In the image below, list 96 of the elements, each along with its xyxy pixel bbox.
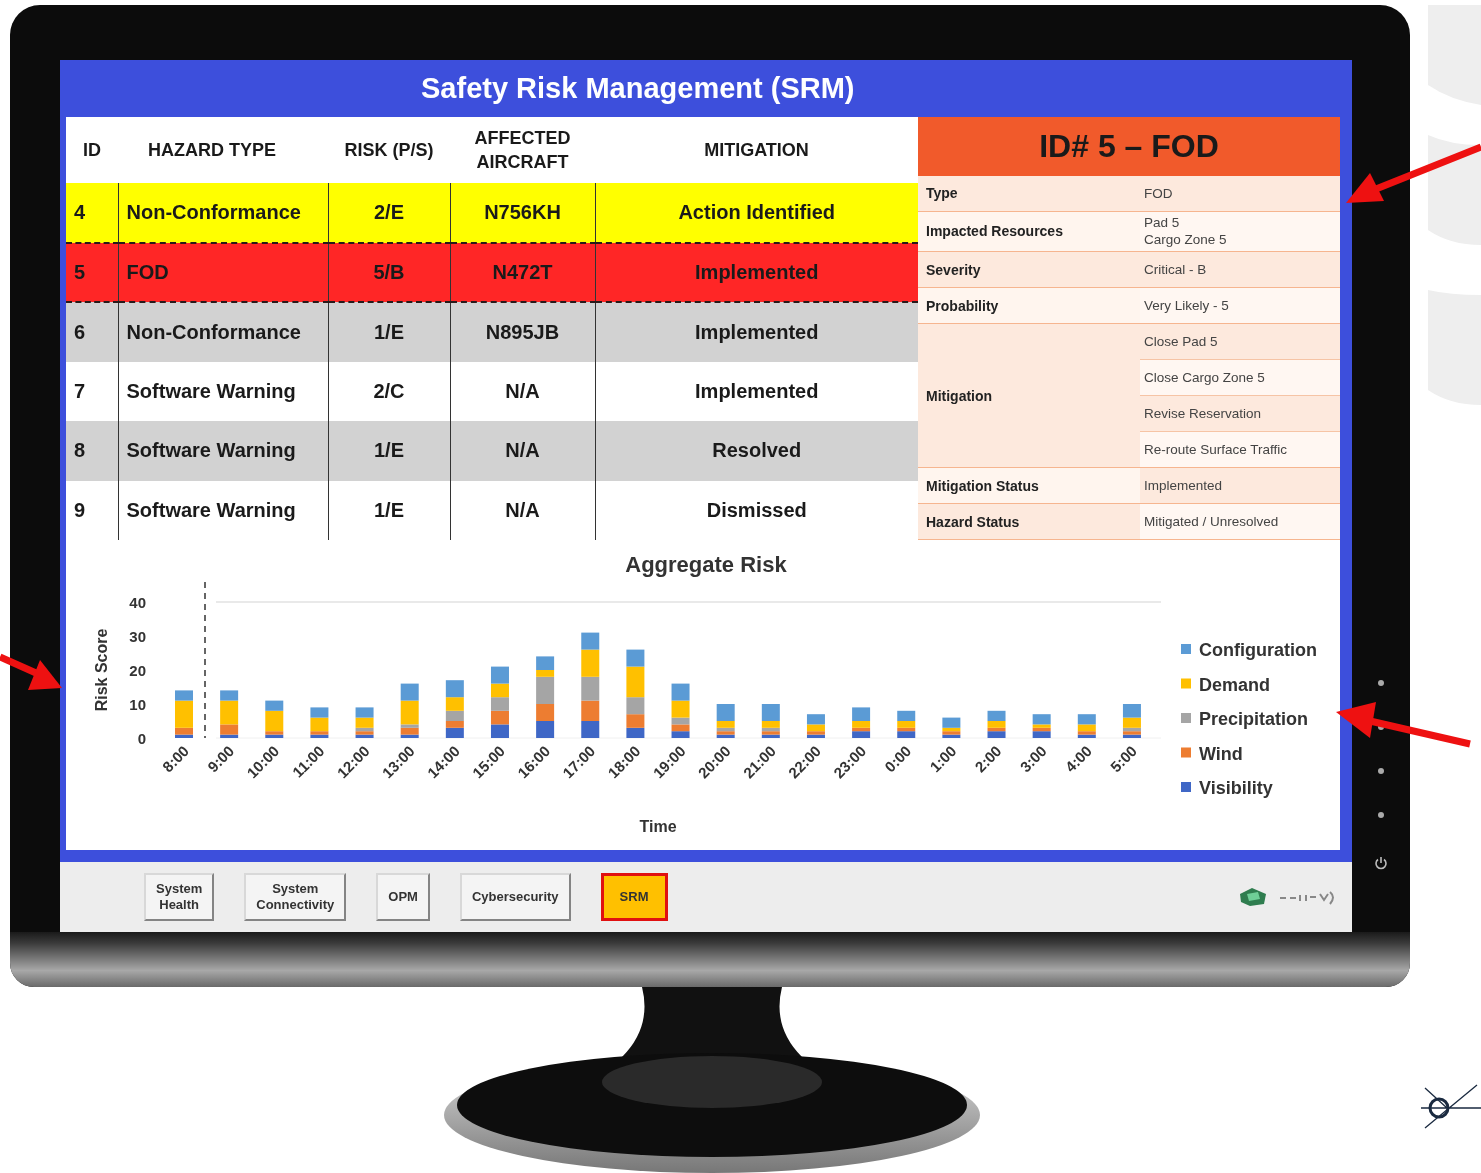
table-cell: Dismissed	[595, 480, 918, 540]
table-cell: 5	[66, 242, 118, 302]
table-cell: Software Warning	[118, 421, 328, 481]
field-label: Severity	[918, 252, 1140, 287]
bar-segment	[491, 697, 509, 711]
bar-segment	[491, 666, 509, 684]
bar-segment	[581, 721, 600, 738]
table-cell: 8	[66, 421, 118, 481]
table-cell: Non-Conformance	[118, 183, 328, 243]
field-value: Very Likely - 5	[1140, 288, 1340, 323]
table-row[interactable]: 9 Software Warning 1/E N/A Dismissed	[66, 480, 918, 540]
field-label: Hazard Status	[918, 504, 1140, 539]
table-cell: Action Identified	[595, 183, 918, 243]
bar-segment	[626, 714, 645, 728]
x-axis-title: Time	[639, 818, 677, 835]
table-cell: N472T	[450, 242, 595, 302]
field-label: Mitigation	[918, 324, 1140, 467]
bar-segment	[445, 697, 464, 711]
field-label: Mitigation Status	[918, 468, 1140, 503]
control-dot-icon[interactable]	[1378, 680, 1384, 686]
table-cell: N/A	[450, 480, 595, 540]
bar-segment	[671, 683, 690, 701]
table-row[interactable]: 5 FOD 5/B N472T Implemented	[66, 242, 918, 302]
table-row[interactable]: 4 Non-Conformance 2/E N756KH Action Identified	[66, 183, 918, 243]
bar-segment	[1122, 704, 1141, 718]
table-cell: 2/C	[328, 361, 450, 421]
table-cell: N/A	[450, 421, 595, 481]
y-tick-label: 20	[129, 661, 146, 679]
table-row[interactable]: 8 Software Warning 1/E N/A Resolved	[66, 421, 918, 481]
field-value: Mitigated / Unresolved	[1140, 504, 1340, 539]
table-cell: Software Warning	[118, 480, 328, 540]
tray-app-icon[interactable]	[1238, 886, 1268, 908]
legend-label: Configuration	[1199, 640, 1317, 660]
chart-title: Aggregate Risk	[625, 552, 787, 577]
field-label: Impacted Resources	[918, 211, 1140, 251]
table-cell: 7	[66, 361, 118, 421]
table-cell: N756KH	[450, 183, 595, 243]
table-cell: 9	[66, 480, 118, 540]
bar-segment	[445, 680, 464, 698]
field-value: Revise Reservation	[1140, 395, 1340, 431]
bar-segment	[581, 676, 600, 701]
bar-segment	[491, 724, 509, 738]
bar-segment	[355, 707, 374, 718]
taskbar-button[interactable]: System Health	[144, 873, 215, 921]
table-row[interactable]: 7 Software Warning 2/C N/A Implemented	[66, 361, 918, 421]
taskbar-button[interactable]: OPM	[376, 873, 430, 921]
table-cell: Implemented	[595, 242, 918, 302]
table-cell: 1/E	[328, 302, 450, 362]
bar-segment	[1077, 714, 1096, 725]
legend-label: Visibility	[1199, 778, 1273, 798]
legend-label: Demand	[1199, 674, 1270, 695]
field-label: Probability	[918, 288, 1140, 323]
taskbar-button[interactable]: System Connectivity	[244, 873, 347, 921]
field-value: Close Cargo Zone 5	[1140, 359, 1340, 395]
field-label: Type	[918, 175, 1140, 211]
table-cell: Non-Conformance	[118, 302, 328, 362]
table-cell: Software Warning	[118, 361, 328, 421]
y-tick-label: 40	[129, 593, 146, 611]
bar-segment	[400, 683, 419, 701]
taskbar-button[interactable]: Cybersecurity	[459, 873, 571, 921]
field-value: Re-route Surface Traffic	[1140, 431, 1340, 467]
table-cell: FOD	[118, 242, 328, 302]
bar-segment	[626, 727, 645, 738]
table-row[interactable]: 6 Non-Conformance 1/E N895JB Implemented	[66, 302, 918, 362]
table-cell: 2/E	[328, 183, 450, 243]
table-cell: 5/B	[328, 242, 450, 302]
taskbar-button[interactable]: SRM	[600, 873, 668, 921]
detail-title: ID# 5 – FOD	[918, 117, 1340, 176]
screen-title: Safety Risk Management (SRM)	[421, 72, 855, 105]
field-value: FOD	[1140, 175, 1340, 211]
y-tick-label: 0	[137, 729, 146, 747]
table-cell: 4	[66, 183, 118, 243]
table-cell: Resolved	[595, 421, 918, 481]
legend-label: Wind	[1199, 743, 1243, 764]
bar-segment	[806, 714, 825, 725]
table-cell: Implemented	[595, 302, 918, 362]
table-cell: N895JB	[450, 302, 595, 362]
table-cell: 6	[66, 302, 118, 362]
table-cell: 1/E	[328, 480, 450, 540]
field-value: Pad 5 Cargo Zone 5	[1140, 211, 1340, 251]
bar-segment	[310, 707, 329, 718]
bar-segment	[536, 721, 555, 738]
power-icon[interactable]	[1374, 856, 1388, 870]
legend-label: Precipitation	[1199, 709, 1309, 729]
control-dot-icon[interactable]	[1378, 812, 1384, 818]
y-tick-label: 10	[129, 695, 146, 713]
table-cell: 1/E	[328, 421, 450, 481]
field-value: Implemented	[1140, 468, 1340, 503]
y-tick-label: 30	[129, 627, 146, 645]
field-value: Close Pad 5	[1140, 324, 1340, 359]
bar-segment	[581, 700, 600, 721]
control-dot-icon[interactable]	[1378, 768, 1384, 774]
field-value: Critical - B	[1140, 252, 1340, 287]
table-cell: N/A	[450, 361, 595, 421]
y-axis-title: Risk Score	[93, 628, 110, 712]
table-cell: Implemented	[595, 361, 918, 421]
